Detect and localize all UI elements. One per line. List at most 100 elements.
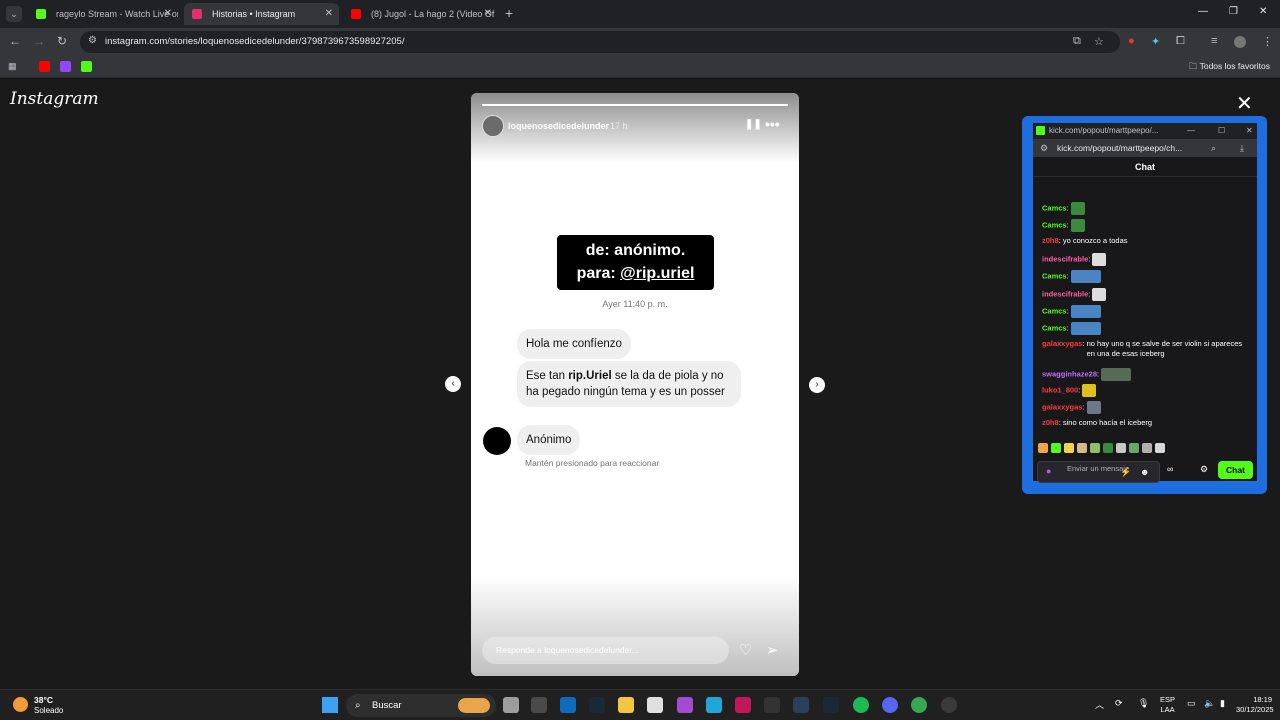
close-tab-icon[interactable]: ✕ [164, 3, 172, 25]
tray-chevron-icon[interactable]: ︿ [1095, 698, 1104, 711]
like-heart-icon[interactable]: ♡ [739, 641, 752, 659]
minimize-icon[interactable]: — [1198, 6, 1208, 17]
chat-username[interactable]: swagginhaze28 [1042, 369, 1097, 378]
emote-icon[interactable] [1129, 443, 1139, 453]
chat-username[interactable]: Camcs [1042, 220, 1067, 229]
chat-username[interactable]: indescifrable [1042, 254, 1088, 263]
share-send-icon[interactable]: ➢ [766, 641, 779, 659]
profile-avatar[interactable] [1234, 36, 1246, 48]
chat-username[interactable]: z0h8 [1042, 236, 1059, 245]
instagram-logo[interactable]: Instagram [10, 89, 99, 109]
kick-bookmark-icon[interactable] [81, 61, 92, 72]
settings-app-icon[interactable] [941, 697, 957, 713]
emote-icon[interactable] [1064, 443, 1074, 453]
new-tab-button[interactable]: + [505, 5, 513, 21]
apps-grid-icon[interactable]: ▦ [8, 61, 19, 72]
minimize-icon[interactable]: — [1187, 123, 1195, 139]
chat-username[interactable]: galaxxygas [1042, 339, 1082, 348]
emote-icon[interactable] [1142, 443, 1152, 453]
send-chat-button[interactable]: Chat [1218, 461, 1253, 479]
network-icon[interactable]: ▭ [1187, 698, 1196, 709]
popout-url-bar[interactable]: ⚙ kick.com/popout/marttpeepo/ch... ⌕ ⤓ [1033, 139, 1257, 157]
battery-icon[interactable]: ▮ [1220, 698, 1225, 709]
reload-icon[interactable]: ↻ [57, 34, 67, 48]
tab-youtube[interactable]: (8) Jugol - La hago 2 (Video Of ✕ [343, 3, 498, 25]
spotify-icon[interactable] [853, 697, 869, 713]
emote-icon[interactable] [1051, 443, 1061, 453]
more-options-icon[interactable]: ••• [765, 116, 780, 132]
system-clock[interactable]: 18:19 30/12/2025 [1236, 695, 1274, 715]
steam-icon[interactable] [589, 697, 605, 713]
chat-emote-icon[interactable] [1070, 305, 1101, 318]
maximize-icon[interactable]: ❐ [1229, 6, 1238, 17]
file-explorer-icon[interactable] [618, 697, 634, 713]
cast-icon[interactable]: ⧉ [1073, 35, 1081, 48]
copilot-icon[interactable] [677, 697, 693, 713]
game-bar-icon[interactable] [735, 697, 751, 713]
chat-emote-icon[interactable] [1092, 253, 1107, 266]
chat-username[interactable]: Camcs [1042, 323, 1067, 332]
bookmark-star-icon[interactable]: ☆ [1094, 35, 1104, 48]
chat-username[interactable]: Camcs [1042, 271, 1067, 280]
chat-message-input[interactable]: ● Enviar un mensaje ⚡ ☻ [1037, 461, 1160, 483]
chat-username[interactable]: Camcs [1042, 306, 1067, 315]
steam-alt-icon[interactable] [793, 697, 809, 713]
chat-username[interactable]: indescifrable [1042, 289, 1088, 298]
youtube-bookmark-icon[interactable] [39, 61, 50, 72]
download-icon[interactable]: ⤓ [1240, 139, 1244, 157]
chat-username[interactable]: galaxxygas [1042, 402, 1082, 411]
menu-icon[interactable]: ⋮ [1262, 35, 1273, 48]
edge-icon[interactable] [706, 697, 722, 713]
volume-icon[interactable]: 🔈 [1204, 698, 1215, 709]
store-icon[interactable] [647, 697, 663, 713]
windows-start-icon[interactable] [322, 697, 338, 713]
emote-picker-icon[interactable]: ⚡ [1120, 467, 1131, 478]
close-tab-icon[interactable]: ✕ [325, 3, 333, 25]
next-story-button[interactable]: › [809, 377, 825, 393]
chat-emote-icon[interactable] [1101, 368, 1132, 381]
previous-story-button[interactable]: ‹ [445, 376, 461, 392]
weather-sun-icon[interactable] [13, 697, 28, 712]
steam-client-icon[interactable] [823, 697, 839, 713]
emote-icon[interactable] [1116, 443, 1126, 453]
close-window-icon[interactable]: ✕ [1259, 6, 1267, 17]
taskbar-search[interactable]: ⌕ Buscar [346, 694, 496, 717]
close-tab-icon[interactable]: ✕ [484, 3, 492, 25]
extensions-puzzle-icon[interactable]: ⧠ [1176, 35, 1185, 48]
site-info-icon[interactable]: ⚙ [88, 35, 97, 46]
tab-instagram[interactable]: Historias • Instagram ✕ [184, 3, 339, 25]
chat-emote-icon[interactable] [1070, 219, 1085, 232]
zen-app-icon[interactable] [531, 697, 547, 713]
tab-kick[interactable]: rageylo Stream - Watch Live on ✕ [28, 3, 178, 25]
back-icon[interactable]: ← [9, 34, 21, 48]
emoji-icon[interactable]: ☻ [1140, 467, 1149, 477]
sync-icon[interactable]: ⟳ [1115, 698, 1123, 709]
chat-username[interactable]: luko1_800 [1042, 385, 1078, 394]
capcut-icon[interactable] [764, 697, 780, 713]
kick-chat-popout-window[interactable]: kick.com/popout/marttpeepo/... — ☐ ✕ ⚙ k… [1022, 116, 1267, 494]
chat-emote-icon[interactable] [1070, 202, 1085, 215]
emote-icon[interactable] [1155, 443, 1165, 453]
chat-emote-icon[interactable] [1070, 270, 1101, 283]
discord-icon[interactable] [882, 697, 898, 713]
emote-icon[interactable] [1090, 443, 1100, 453]
weather-description[interactable]: Soleado [34, 706, 63, 715]
weather-temperature[interactable]: 38°C [34, 695, 53, 705]
pause-icon[interactable]: ❚❚ [745, 119, 762, 130]
address-bar[interactable]: ⚙ instagram.com/stories/loquenosedicedel… [80, 31, 1120, 53]
chrome-icon[interactable] [911, 697, 927, 713]
chat-emote-icon[interactable] [1082, 384, 1097, 397]
story-author-avatar[interactable] [482, 115, 504, 137]
chat-username[interactable]: Camcs [1042, 203, 1067, 212]
chat-emote-icon[interactable] [1086, 401, 1101, 414]
all-bookmarks-folder[interactable]: 🗀 Todos los favoritos [1189, 61, 1270, 75]
kicks-icon[interactable]: ∞ [1167, 464, 1173, 474]
story-card[interactable]: loquenosedicedelunder 17 h ❚❚ ••• de: an… [471, 93, 799, 676]
zoom-icon[interactable]: ⌕ [1211, 139, 1216, 157]
outlook-icon[interactable] [560, 697, 576, 713]
reading-list-icon[interactable]: ≡ [1211, 35, 1217, 47]
chat-settings-icon[interactable]: ⚙ [1200, 464, 1208, 475]
chat-emote-icon[interactable] [1092, 288, 1107, 301]
chat-username[interactable]: z0h8 [1042, 418, 1059, 427]
task-view-icon[interactable] [503, 697, 519, 713]
